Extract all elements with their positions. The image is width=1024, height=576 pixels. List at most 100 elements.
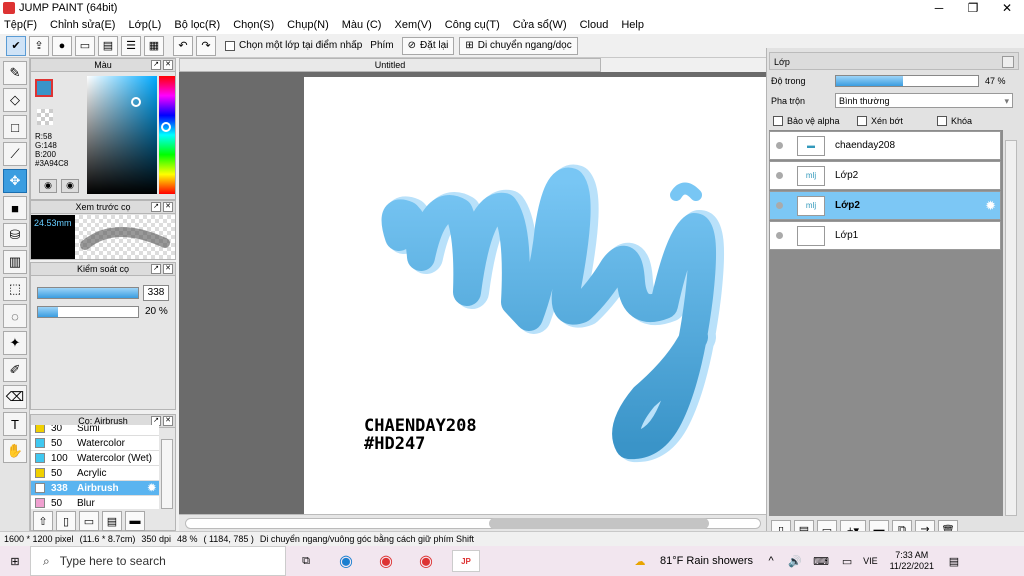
chat-icon[interactable]: ▭ xyxy=(75,35,95,56)
menu-layer[interactable]: Lớp(L) xyxy=(128,19,161,31)
brush-size-slider[interactable] xyxy=(37,287,139,299)
hand-tool-icon[interactable]: ✋ xyxy=(3,439,27,463)
brush-upload-icon[interactable]: ⇧ xyxy=(33,511,53,531)
eraser-tool-icon[interactable]: ◇ xyxy=(3,88,27,112)
menu-color[interactable]: Màu (C) xyxy=(342,19,382,31)
layer-settings-icon[interactable]: ✹ xyxy=(985,198,996,214)
move-constraint-button[interactable]: ⊞ Di chuyển ngang/dọc xyxy=(459,36,578,55)
layer-visibility-icon[interactable] xyxy=(776,232,783,239)
chevron-up-icon[interactable]: ^ xyxy=(763,550,779,572)
panel-float-icon[interactable]: ↗ xyxy=(151,202,161,212)
sv-picker-handle[interactable] xyxy=(131,97,141,107)
foreground-color-swatch[interactable] xyxy=(35,79,53,97)
brush-tool-icon[interactable]: ✎ xyxy=(3,61,27,85)
brush-opacity-slider[interactable] xyxy=(37,306,139,318)
panel-close-icon[interactable]: ✕ xyxy=(163,416,173,426)
layer-opacity-slider[interactable] xyxy=(835,75,979,87)
brush-list-scrollbar[interactable] xyxy=(161,439,173,509)
fill-rect-tool-icon[interactable]: ■ xyxy=(3,196,27,220)
select-eraser-tool-icon[interactable]: ⌫ xyxy=(3,385,27,409)
lasso-tool-icon[interactable]: ◌ xyxy=(3,304,27,328)
clock[interactable]: 7:33 AM 11/22/2021 xyxy=(890,550,934,572)
close-button[interactable]: ✕ xyxy=(990,0,1024,16)
speaker-icon[interactable]: 🔊 xyxy=(787,550,803,572)
move-tool-icon[interactable]: ✥ xyxy=(3,169,27,193)
hue-slider[interactable] xyxy=(159,76,175,194)
document-tab[interactable]: Untitled xyxy=(179,58,601,72)
shape-tool-icon[interactable]: □ xyxy=(3,115,27,139)
brush-item-watercolor[interactable]: 50 Watercolor xyxy=(31,436,159,451)
panel-float-icon[interactable]: ↗ xyxy=(151,264,161,274)
layer-visibility-icon[interactable] xyxy=(776,142,783,149)
layer-visibility-icon[interactable] xyxy=(776,172,783,179)
clipping-checkbox[interactable] xyxy=(857,116,867,126)
jump-paint-taskbar-icon[interactable]: JP xyxy=(452,550,480,572)
minimize-button[interactable]: ─ xyxy=(922,0,956,16)
hue-slider-handle[interactable] xyxy=(161,122,171,132)
reset-button[interactable]: ⊘ Đặt lại xyxy=(401,36,455,55)
keyboard-icon[interactable]: ⌨ xyxy=(811,550,831,572)
brush-item-airbrush[interactable]: 338 Airbrush ✹ xyxy=(31,481,159,496)
check-icon[interactable]: ✔ xyxy=(6,35,26,56)
layer-panel-close-icon[interactable] xyxy=(1002,56,1014,68)
layer-list-scrollbar[interactable] xyxy=(1005,140,1017,516)
input-language[interactable]: VIE xyxy=(863,556,878,566)
brush-copy-icon[interactable]: ▭ xyxy=(79,511,99,531)
rect-select-tool-icon[interactable]: ⬚ xyxy=(3,277,27,301)
document-icon[interactable]: ▤ xyxy=(98,35,118,56)
task-view-icon[interactable]: ⧉ xyxy=(292,550,320,572)
taskbar-search[interactable]: ⌕ Type here to search xyxy=(30,546,286,576)
brush-settings-file-icon[interactable]: ▤ xyxy=(102,511,122,531)
edge-icon[interactable]: ◉ xyxy=(332,550,360,572)
chrome-profile-icon[interactable]: ◉ xyxy=(412,550,440,572)
undo-icon[interactable]: ↶ xyxy=(173,35,193,56)
lock-toggle[interactable]: Khóa xyxy=(937,116,972,126)
menu-cloud[interactable]: Cloud xyxy=(580,19,609,31)
bucket-tool-icon[interactable]: ⛁ xyxy=(3,223,27,247)
menu-tools[interactable]: Công cụ(T) xyxy=(445,19,500,31)
brush-item-blur[interactable]: 50 Blur xyxy=(31,496,159,509)
layer-row-chaenday208[interactable]: ▬ chaenday208 xyxy=(769,131,1001,160)
display-icon[interactable]: ▭ xyxy=(839,550,855,572)
eyedropper-icon[interactable]: ◉ xyxy=(61,179,79,193)
menu-filter[interactable]: Bộ lọc(R) xyxy=(174,19,220,31)
list-icon[interactable]: ☰ xyxy=(121,35,141,56)
brush-new-icon[interactable]: ▯ xyxy=(56,511,76,531)
brush-item-acrylic[interactable]: 50 Acrylic xyxy=(31,466,159,481)
menu-select[interactable]: Chọn(S) xyxy=(233,19,274,31)
layer-row-lop1[interactable]: Lớp1 xyxy=(769,221,1001,250)
grid-icon[interactable]: ▦ xyxy=(144,35,164,56)
palette-icon[interactable]: ◉ xyxy=(39,179,57,193)
transparent-color-swatch[interactable] xyxy=(37,109,53,125)
saturation-value-picker[interactable] xyxy=(87,76,157,194)
layer-visibility-icon[interactable] xyxy=(776,202,783,209)
brush-size-value[interactable]: 338 xyxy=(143,285,169,301)
brush-settings-icon[interactable]: ✹ xyxy=(148,483,156,494)
panel-close-icon[interactable]: ✕ xyxy=(163,264,173,274)
maximize-button[interactable]: ❐ xyxy=(956,0,990,16)
notification-icon[interactable]: ▤ xyxy=(946,550,962,572)
clipping-toggle[interactable]: Xén bớt xyxy=(857,116,903,126)
protect-alpha-checkbox[interactable] xyxy=(773,116,783,126)
chrome-icon[interactable]: ◉ xyxy=(372,550,400,572)
comment-icon[interactable]: ● xyxy=(52,35,72,56)
windows-start-icon[interactable]: ⊞ xyxy=(0,550,30,572)
select-layer-toggle[interactable]: Chọn một lớp tại điểm nhấp xyxy=(225,40,362,51)
canvas-paper[interactable]: CHAENDAY208 #HD247 xyxy=(304,77,766,514)
menu-window[interactable]: Cửa sổ(W) xyxy=(513,19,567,31)
protect-alpha-toggle[interactable]: Bảo vệ alpha xyxy=(773,116,840,126)
lock-checkbox[interactable] xyxy=(937,116,947,126)
text-tool-icon[interactable]: T xyxy=(3,412,27,436)
horizontal-scrollbar[interactable] xyxy=(179,514,766,531)
line-tool-icon[interactable]: ⟋ xyxy=(3,142,27,166)
gradient-tool-icon[interactable]: ▥ xyxy=(3,250,27,274)
panel-close-icon[interactable]: ✕ xyxy=(163,60,173,70)
brush-folder-icon[interactable]: ▬ xyxy=(125,511,145,531)
menu-capture[interactable]: Chụp(N) xyxy=(287,19,329,31)
menu-file[interactable]: Tệp(F) xyxy=(4,19,37,31)
menu-help[interactable]: Help xyxy=(621,19,644,31)
scrollbar-thumb[interactable] xyxy=(489,518,709,529)
blend-mode-select[interactable]: Bình thường ▾ xyxy=(835,93,1013,108)
layer-row-lop2[interactable]: mlj Lớp2 xyxy=(769,161,1001,190)
panel-float-icon[interactable]: ↗ xyxy=(151,60,161,70)
